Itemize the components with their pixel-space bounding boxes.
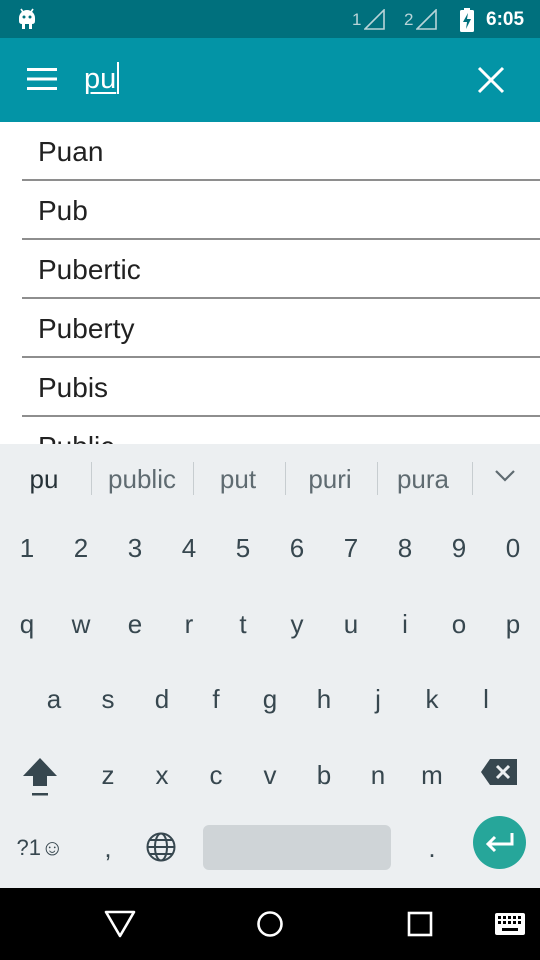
list-item-label: Pubertic (38, 254, 141, 285)
key-j[interactable]: j (351, 684, 405, 715)
enter-key[interactable] (473, 816, 526, 869)
key-r[interactable]: r (162, 609, 216, 640)
key-period[interactable]: . (405, 833, 459, 864)
status-bar: 1 2 6:05 (0, 0, 540, 38)
search-input[interactable]: pu (84, 62, 120, 96)
list-item[interactable]: Puberty (22, 299, 540, 358)
key-1[interactable]: 1 (0, 533, 54, 564)
key-x[interactable]: x (135, 760, 189, 791)
sim2-signal: 2 (404, 9, 437, 30)
key-6[interactable]: 6 (270, 533, 324, 564)
key-4[interactable]: 4 (162, 533, 216, 564)
signal-icon (364, 9, 385, 30)
list-item-label: Public (38, 431, 114, 444)
search-toolbar: pu (0, 38, 540, 122)
keyboard-icon[interactable] (495, 913, 525, 935)
list-item-label: Pubis (38, 372, 109, 403)
home-icon[interactable] (256, 910, 284, 938)
key-i[interactable]: i (378, 609, 432, 640)
key-8[interactable]: 8 (378, 533, 432, 564)
globe-icon[interactable] (145, 831, 177, 863)
divider (91, 462, 92, 495)
symbols-key[interactable]: ?1☺ (12, 835, 68, 861)
signal-icon (416, 9, 437, 30)
divider (285, 462, 286, 495)
keyboard-suggestion[interactable]: puri (292, 464, 368, 495)
navigation-bar (0, 888, 540, 960)
keyboard-suggestion-strip: pu public put puri pura (0, 444, 540, 513)
key-m[interactable]: m (405, 760, 459, 791)
clock: 6:05 (486, 9, 525, 30)
key-g[interactable]: g (243, 684, 297, 715)
android-debug-icon (19, 8, 35, 29)
key-s[interactable]: s (81, 684, 135, 715)
key-h[interactable]: h (297, 684, 351, 715)
keyboard-suggestion[interactable]: put (200, 464, 276, 495)
list-item[interactable]: Pubertic (22, 240, 540, 299)
keyboard-suggestion[interactable]: public (100, 464, 184, 495)
list-item[interactable]: Pub (22, 181, 540, 240)
sim1-label: 1 (352, 10, 362, 29)
list-item[interactable]: Public (22, 417, 540, 444)
menu-icon[interactable] (27, 68, 57, 90)
key-5[interactable]: 5 (216, 533, 270, 564)
divider (193, 462, 194, 495)
back-icon[interactable] (104, 910, 136, 938)
key-3[interactable]: 3 (108, 533, 162, 564)
backspace-icon[interactable] (480, 758, 518, 786)
word-suggestion-list: Puan Pub Pubertic Puberty Pubis Public (0, 122, 540, 444)
key-u[interactable]: u (324, 609, 378, 640)
key-0[interactable]: 0 (486, 533, 540, 564)
recents-icon[interactable] (407, 911, 433, 937)
list-item[interactable]: Pubis (22, 358, 540, 417)
keyboard-suggestion[interactable]: pura (384, 464, 462, 495)
key-y[interactable]: y (270, 609, 324, 640)
key-a[interactable]: a (27, 684, 81, 715)
key-l[interactable]: l (459, 684, 513, 715)
key-9[interactable]: 9 (432, 533, 486, 564)
list-item-label: Puberty (38, 313, 135, 344)
search-input-value: pu (84, 63, 117, 95)
keyboard-suggestion[interactable]: pu (14, 464, 74, 495)
enter-icon (485, 833, 514, 853)
key-n[interactable]: n (351, 760, 405, 791)
key-o[interactable]: o (432, 609, 486, 640)
space-key[interactable] (203, 825, 391, 870)
text-cursor (117, 62, 120, 94)
key-d[interactable]: d (135, 684, 189, 715)
sim1-signal: 1 (352, 9, 385, 30)
key-q[interactable]: q (0, 609, 54, 640)
key-w[interactable]: w (54, 609, 108, 640)
close-icon[interactable] (476, 65, 506, 95)
soft-keyboard: pu public put puri pura 1 2 3 4 5 6 7 8 … (0, 444, 540, 888)
list-item[interactable]: Puan (22, 122, 540, 181)
key-7[interactable]: 7 (324, 533, 378, 564)
shift-icon[interactable] (21, 756, 59, 798)
key-t[interactable]: t (216, 609, 270, 640)
key-b[interactable]: b (297, 760, 351, 791)
key-v[interactable]: v (243, 760, 297, 791)
sim2-label: 2 (404, 10, 414, 29)
list-item-label: Pub (38, 195, 88, 226)
key-e[interactable]: e (108, 609, 162, 640)
list-item-label: Puan (38, 136, 104, 167)
divider (472, 462, 473, 495)
key-2[interactable]: 2 (54, 533, 108, 564)
key-k[interactable]: k (405, 684, 459, 715)
key-f[interactable]: f (189, 684, 243, 715)
key-comma[interactable]: , (81, 833, 135, 864)
key-c[interactable]: c (189, 760, 243, 791)
battery-charging-icon (460, 8, 474, 32)
chevron-down-icon[interactable] (494, 469, 516, 483)
key-z[interactable]: z (81, 760, 135, 791)
key-p[interactable]: p (486, 609, 540, 640)
divider (377, 462, 378, 495)
